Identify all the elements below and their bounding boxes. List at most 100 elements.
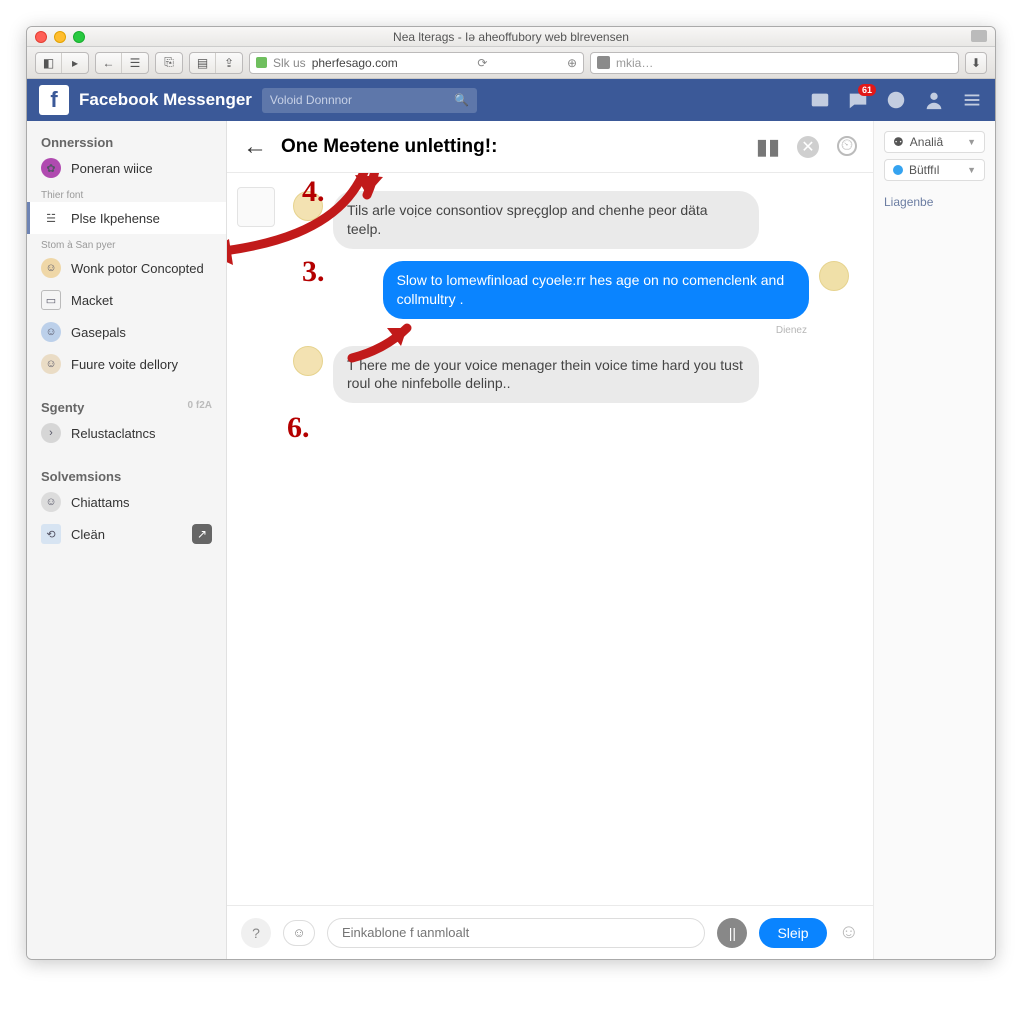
sidebar-section-1: Onnerssion: [27, 129, 226, 152]
sidebar-item-wonk[interactable]: ☺ Wonk potor Concopted: [27, 252, 226, 284]
sidebar-item-fuure[interactable]: ☺ Fuure voite dellory: [27, 348, 226, 380]
chat-body[interactable]: 4. 3. 6. Tils arle voịce consontiov spre…: [227, 173, 873, 905]
help-icon[interactable]: ?: [241, 918, 271, 948]
message-outgoing-1: Slow to lomewfinload cyoele:rr hes age o…: [383, 261, 849, 319]
mac-titlebar: Nea lterags - Iə aheoffubory web blreven…: [27, 27, 995, 47]
close-window-button[interactable]: [35, 31, 47, 43]
sidebar-toggle-group: ◧ ▸: [35, 52, 89, 74]
friends-icon[interactable]: [923, 89, 945, 111]
send-button[interactable]: Sleip: [759, 918, 826, 948]
sidebar-item-label: Fuure voite dellory: [71, 357, 178, 372]
fb-search-input[interactable]: Voloid Donnnor 🔍: [262, 88, 477, 113]
annotation-arrow-2: [327, 173, 427, 210]
sidebar-item-action-icon[interactable]: ↗: [192, 524, 212, 544]
grid-icon[interactable]: [809, 89, 831, 111]
chevron-down-icon: ▼: [967, 165, 976, 175]
bookmarks-icon[interactable]: ⎘: [156, 53, 182, 73]
browser-search-input[interactable]: mkia…: [590, 52, 959, 74]
notifications-icon[interactable]: [885, 89, 907, 111]
voice-icon[interactable]: ||: [717, 918, 747, 948]
attach-icon[interactable]: ☺: [283, 920, 315, 946]
sync-icon: ⟲: [41, 524, 61, 544]
messages-badge: 61: [858, 84, 876, 96]
annotation-3: 3.: [302, 255, 325, 289]
sidebar-item-clean[interactable]: ⟲ Cleän ↗: [27, 518, 226, 550]
emoji-icon[interactable]: ☺: [839, 921, 859, 944]
fb-app-title: Facebook Messenger: [79, 90, 252, 110]
settings-menu-icon[interactable]: [961, 89, 983, 111]
fb-logo-icon[interactable]: f: [39, 85, 69, 115]
share-icon[interactable]: ⇪: [216, 53, 242, 73]
traffic-lights: [35, 31, 85, 43]
circle-icon: ›: [41, 423, 61, 443]
forward-button[interactable]: ☰: [122, 53, 148, 73]
message-input[interactable]: [327, 918, 705, 948]
sidebar-item-label: Relustaclatncs: [71, 426, 156, 441]
sidebar: Onnerssion ✿ Poneran wiice Thier font ☱ …: [27, 121, 227, 959]
url-host: pherfesago.com: [312, 56, 398, 70]
annotation-4: 4.: [302, 175, 325, 209]
mute-icon[interactable]: ✕: [797, 136, 819, 158]
annotation-6: 6.: [287, 411, 310, 445]
url-prefix: Slk us: [273, 56, 306, 70]
back-button[interactable]: ←: [96, 53, 122, 73]
sidebar-item-label: Macket: [71, 293, 113, 308]
chat-composer: ? ☺ || Sleip ☺: [227, 905, 873, 959]
lock-icon: [256, 57, 267, 68]
messages-icon[interactable]: 61: [847, 89, 869, 111]
right-pill-analia[interactable]: ⚉ Analiâ ▼: [884, 131, 985, 153]
search-engine-icon: [597, 56, 610, 69]
titlebar-tabs-button[interactable]: [971, 30, 987, 42]
fb-content: Onnerssion ✿ Poneran wiice Thier font ☱ …: [27, 121, 995, 959]
fb-header: f Facebook Messenger Voloid Donnnor 🔍 61: [27, 79, 995, 121]
right-pill-butffl[interactable]: Bütffıl ▼: [884, 159, 985, 181]
sidebar-left-icon[interactable]: ◧: [36, 53, 62, 73]
maximize-window-button[interactable]: [73, 31, 85, 43]
right-link-1[interactable]: Liagenbe: [884, 195, 985, 209]
window-title: Nea lterags - Iə aheoffubory web blreven…: [35, 30, 987, 44]
person-icon: ☺: [41, 492, 61, 512]
avatar-icon: [293, 346, 323, 376]
right-pill-label: Analiâ: [910, 135, 943, 149]
bookmark-group-1: ⎘: [155, 52, 183, 74]
app-window: Nea lterags - Iə aheoffubory web blreven…: [26, 26, 996, 960]
search-icon: 🔍: [454, 93, 469, 107]
sidebar-item-macket[interactable]: ▭ Macket: [27, 284, 226, 316]
back-arrow-icon[interactable]: ←: [243, 133, 267, 161]
reader-icon[interactable]: ⊕: [567, 56, 577, 70]
avatar-icon: ☺: [41, 322, 61, 342]
topsites-icon[interactable]: ▤: [190, 53, 216, 73]
clipboard-icon: ▭: [41, 290, 61, 310]
sidebar-right-icon[interactable]: ▸: [62, 53, 88, 73]
status-dot-icon: [893, 165, 903, 175]
fb-search-placeholder: Voloid Donnnor: [270, 93, 352, 107]
browser-search-placeholder: mkia…: [616, 56, 653, 70]
sidebar-item-chiattams[interactable]: ☺ Chiattams: [27, 486, 226, 518]
sidebar-section-3: Stom à San pyer: [27, 234, 226, 252]
avatar-icon: ✿: [41, 158, 61, 178]
sidebar-item-label: Plse Ikpehense: [71, 211, 160, 226]
chevron-down-icon: ▼: [967, 137, 976, 147]
sidebar-section-badge: 0 f2A: [188, 400, 212, 411]
sidebar-item-poneran[interactable]: ✿ Poneran wiice: [27, 152, 226, 184]
sidebar-item-label: Wonk potor Concopted: [71, 261, 204, 276]
message-bubble: Slow to lomewfinload cyoele:rr hes age o…: [383, 261, 809, 319]
sidebar-item-label: Chiattams: [71, 495, 130, 510]
message-meta: Dienez: [251, 325, 807, 336]
sidebar-item-relust[interactable]: › Relustaclatncs: [27, 417, 226, 449]
annotation-arrow-3: [347, 318, 417, 368]
history-icon[interactable]: ⏲: [837, 136, 857, 156]
chat-title: One Meətene unletting!:: [281, 136, 497, 158]
chat-header-actions: ▮▮ ✕ ⏲: [757, 136, 857, 158]
avatar-icon: ☺: [41, 354, 61, 374]
address-bar[interactable]: Slk us pherfesago.com ⟳ ⊕: [249, 52, 584, 74]
stack-icon: ☱: [41, 208, 61, 228]
reload-icon[interactable]: ⟳: [477, 56, 487, 70]
sidebar-item-selected[interactable]: ☱ Plse Ikpehense: [27, 202, 226, 234]
nav-group: ← ☰: [95, 52, 149, 74]
sidebar-item-gasepals[interactable]: ☺ Gasepals: [27, 316, 226, 348]
folder-icon[interactable]: ▮▮: [757, 136, 779, 158]
minimize-window-button[interactable]: [54, 31, 66, 43]
downloads-icon[interactable]: ⬇: [965, 52, 987, 74]
sidebar-item-label: Cleän: [71, 527, 105, 542]
